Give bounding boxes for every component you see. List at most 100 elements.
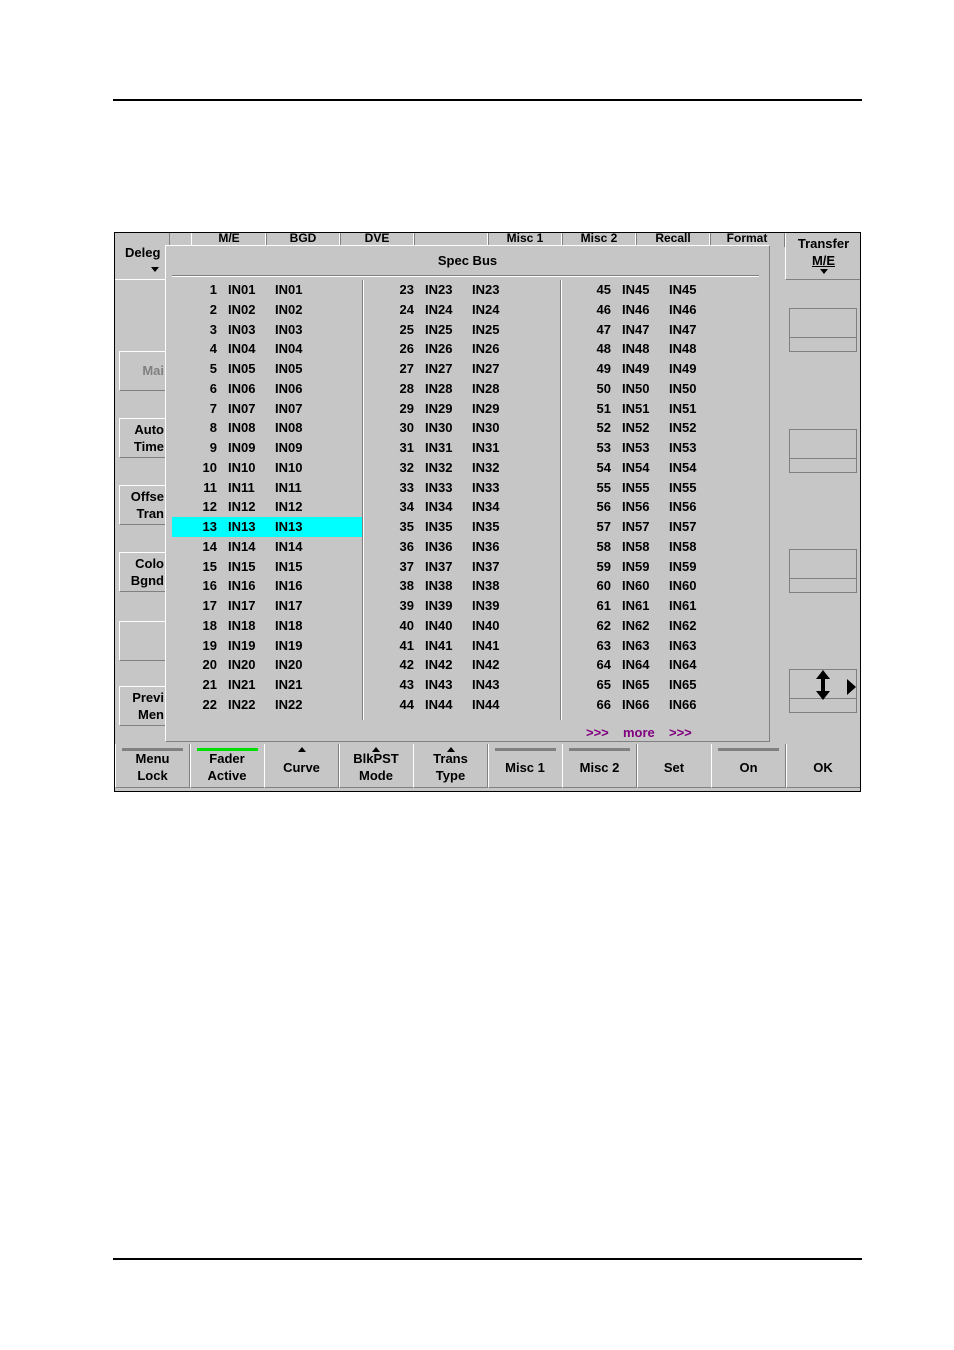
source-row[interactable]: 31 IN31 IN31 [369,438,561,458]
switcher-menu-panel: M/E BGD DVE Misc 1 Misc 2 Recall Format … [114,232,861,792]
source-row[interactable]: 39 IN39 IN39 [369,596,561,616]
source-number: 34 [399,499,414,515]
right-field-2[interactable] [789,429,857,473]
source-row[interactable]: 47 IN47 IN47 [566,320,758,340]
source-row[interactable]: 30 IN30 IN30 [369,418,561,438]
up-down-arrow-icon[interactable] [815,670,831,705]
offset-label: Offse [130,489,164,504]
source-row[interactable]: 41 IN41 IN41 [369,636,561,656]
source-row[interactable]: 24 IN24 IN24 [369,300,561,320]
source-row[interactable]: 22 IN22 IN22 [172,695,364,715]
source-row[interactable]: 33 IN33 IN33 [369,478,561,498]
source-row[interactable]: 43 IN43 IN43 [369,675,561,695]
source-row[interactable]: 64 IN64 IN64 [566,655,758,675]
color-bgnd-button[interactable]: Colo Bgnd [119,552,167,592]
source-row[interactable]: 50 IN50 IN50 [566,379,758,399]
source-row[interactable]: 61 IN61 IN61 [566,596,758,616]
source-row[interactable]: 54 IN54 IN54 [566,458,758,478]
blank-left-button[interactable] [119,621,167,661]
offset-tran-button[interactable]: Offse Tran [119,485,167,525]
source-row[interactable]: 7 IN07 IN07 [172,399,364,419]
source-row[interactable]: 29 IN29 IN29 [369,399,561,419]
menu-lock-button[interactable]: Menu Lock [115,744,190,788]
auto-time-button[interactable]: Auto Time [119,418,167,458]
main-button[interactable]: Mai [119,351,167,391]
source-row[interactable]: 25 IN25 IN25 [369,320,561,340]
source-row[interactable]: 3 IN03 IN03 [172,320,364,340]
deleg-button[interactable]: Deleg [115,233,170,280]
preview-menu-button[interactable]: Previ Men [119,686,167,726]
source-row[interactable]: 60 IN60 IN60 [566,576,758,596]
source-row[interactable]: 16 IN16 IN16 [172,576,364,596]
source-row[interactable]: 14 IN14 IN14 [172,537,364,557]
source-number: 19 [202,637,217,653]
source-alias: IN37 [472,558,500,574]
blkpst-mode-button[interactable]: BlkPST Mode [338,744,414,788]
source-number: 38 [399,578,414,594]
source-alias: IN40 [472,617,500,633]
transfer-me-button[interactable]: Transfer M/E [785,233,860,280]
source-row[interactable]: 9 IN09 IN09 [172,438,364,458]
source-row[interactable]: 56 IN56 IN56 [566,497,758,517]
source-row[interactable]: 63 IN63 IN63 [566,636,758,656]
source-row[interactable]: 55 IN55 IN55 [566,478,758,498]
source-row[interactable]: 58 IN58 IN58 [566,537,758,557]
source-row[interactable]: 1 IN01 IN01 [172,280,364,300]
source-row[interactable]: 4 IN04 IN04 [172,339,364,359]
source-row[interactable]: 18 IN18 IN18 [172,616,364,636]
source-row[interactable]: 59 IN59 IN59 [566,557,758,577]
on-button[interactable]: On [711,744,786,788]
source-row[interactable]: 17 IN17 IN17 [172,596,364,616]
source-row[interactable]: 38 IN38 IN38 [369,576,561,596]
source-row[interactable]: 62 IN62 IN62 [566,616,758,636]
source-row[interactable]: 36 IN36 IN36 [369,537,561,557]
source-row[interactable]: 65 IN65 IN65 [566,675,758,695]
source-row[interactable]: 10 IN10 IN10 [172,458,364,478]
source-row[interactable]: 19 IN19 IN19 [172,636,364,656]
source-row[interactable]: 21 IN21 IN21 [172,675,364,695]
source-number: 10 [202,459,217,475]
trans-type-button[interactable]: Trans Type [413,744,488,788]
source-row[interactable]: 28 IN28 IN28 [369,379,561,399]
right-field-1[interactable] [789,308,857,352]
source-row[interactable]: 46 IN46 IN46 [566,300,758,320]
triangle-right-icon[interactable] [847,679,856,695]
source-number: 32 [399,459,414,475]
source-row[interactable]: 35 IN35 IN35 [369,517,561,537]
source-row[interactable]: 34 IN34 IN34 [369,497,561,517]
source-row[interactable]: 52 IN52 IN52 [566,418,758,438]
ok-button[interactable]: OK [785,744,860,788]
source-row[interactable]: 15 IN15 IN15 [172,557,364,577]
source-row[interactable]: 32 IN32 IN32 [369,458,561,478]
source-row[interactable]: 49 IN49 IN49 [566,359,758,379]
source-row[interactable]: 2 IN02 IN02 [172,300,364,320]
source-row[interactable]: 40 IN40 IN40 [369,616,561,636]
misc1-button[interactable]: Misc 1 [487,744,563,788]
source-row[interactable]: 48 IN48 IN48 [566,339,758,359]
right-field-3[interactable] [789,549,857,593]
source-name: IN55 [622,479,650,495]
source-row[interactable]: 11 IN11 IN11 [172,478,364,498]
source-row[interactable]: 5 IN05 IN05 [172,359,364,379]
source-row[interactable]: 6 IN06 IN06 [172,379,364,399]
source-row[interactable]: 26 IN26 IN26 [369,339,561,359]
source-row[interactable]: 66 IN66 IN66 [566,695,758,715]
fader-active-button[interactable]: Fader Active [189,744,265,788]
set-button[interactable]: Set [636,744,712,788]
source-row[interactable]: 12 IN12 IN12 [172,497,364,517]
source-row[interactable]: 42 IN42 IN42 [369,655,561,675]
source-row[interactable]: 44 IN44 IN44 [369,695,561,715]
source-row[interactable]: 57 IN57 IN57 [566,517,758,537]
curve-button[interactable]: Curve [264,744,339,788]
source-row[interactable]: 23 IN23 IN23 [369,280,561,300]
source-row[interactable]: 53 IN53 IN53 [566,438,758,458]
source-row[interactable]: 20 IN20 IN20 [172,655,364,675]
source-row[interactable]: 45 IN45 IN45 [566,280,758,300]
source-alias: IN21 [275,677,303,692]
source-row[interactable]: 51 IN51 IN51 [566,399,758,419]
source-row[interactable]: 37 IN37 IN37 [369,557,561,577]
source-row[interactable]: 13 IN13 IN13 [172,517,364,537]
source-row[interactable]: 8 IN08 IN08 [172,418,364,438]
source-row[interactable]: 27 IN27 IN27 [369,359,561,379]
misc2-button[interactable]: Misc 2 [562,744,637,788]
